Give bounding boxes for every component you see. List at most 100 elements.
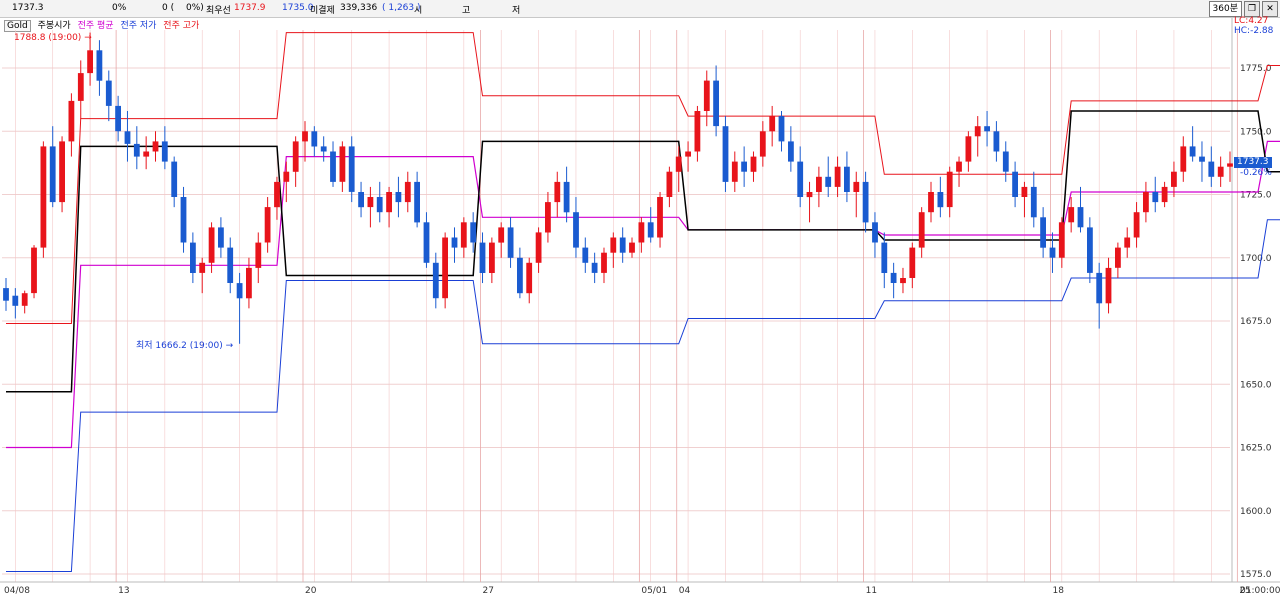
candle-up [1227, 163, 1233, 167]
high-arrow: → [84, 33, 92, 43]
candle-down [1002, 151, 1009, 172]
candle-down [414, 181, 420, 223]
candle-up [386, 192, 392, 213]
candle-up [87, 50, 93, 74]
prev-week-avg-line [6, 140, 1280, 449]
high-annotation: 1788.8 (19:00) → [14, 33, 92, 43]
candle-down [423, 222, 430, 263]
candle-up [1133, 212, 1140, 238]
candle-down [133, 143, 140, 157]
candle-up [731, 161, 738, 182]
candle-down [713, 80, 719, 127]
candle-up [918, 212, 925, 248]
candle-down [432, 262, 439, 299]
x-tick-label: 11 [866, 586, 877, 596]
candle-down [115, 105, 121, 132]
candle-up [685, 151, 691, 157]
candle-down [358, 192, 364, 208]
candle-up [610, 237, 617, 253]
candle-down [1199, 156, 1205, 162]
candle-up [1068, 207, 1075, 223]
candle-down [517, 257, 523, 294]
candle-up [246, 267, 252, 299]
candle-down [582, 247, 589, 263]
candle-down [1096, 272, 1103, 304]
x-tick-label: 01:00:00 [1240, 586, 1280, 596]
candle-down [330, 151, 336, 182]
candle-down [236, 283, 243, 299]
candle-down [881, 242, 888, 273]
y-tick-label: 1750.0 [1240, 127, 1272, 137]
candle-up [21, 293, 28, 306]
y-tick-label: 1675.0 [1240, 317, 1272, 327]
candle-down [722, 126, 729, 182]
candle-down [741, 161, 747, 172]
candle-up [1115, 247, 1121, 268]
candle-up [339, 146, 346, 182]
candle-down [395, 192, 402, 203]
candle-up [816, 176, 822, 192]
low-arrow: → [225, 341, 234, 351]
candle-down [12, 295, 19, 306]
candle-up [1105, 267, 1112, 304]
candle-up [367, 197, 374, 208]
candle-up [152, 141, 159, 152]
current-price-tag: 1737.3 [1234, 157, 1272, 168]
candle-down [1152, 192, 1159, 203]
candle-up [834, 166, 841, 187]
candle-up [274, 181, 280, 208]
candle-down [190, 242, 196, 273]
candle-up [59, 141, 65, 203]
candle-up [1161, 186, 1168, 203]
candle-down [619, 237, 626, 253]
candle-down [573, 212, 579, 248]
candle-up [404, 181, 411, 203]
candle-up [143, 151, 150, 157]
candle-down [844, 166, 850, 192]
candle-down [507, 227, 514, 258]
candle-up [703, 80, 710, 111]
candle-down [451, 237, 458, 248]
candle-up [806, 192, 813, 198]
candle-up [554, 181, 561, 203]
y-tick-label: 1575.0 [1240, 570, 1272, 580]
candle-up [1217, 166, 1224, 177]
price-chart[interactable]: 1575.01600.01625.01650.01675.01700.01725… [0, 0, 1280, 596]
candle-up [1143, 192, 1149, 213]
candle-up [489, 242, 495, 273]
candle-up [545, 202, 551, 233]
candle-down [937, 192, 944, 208]
candle-up [666, 171, 673, 197]
candle-up [535, 232, 542, 263]
candle-down [993, 131, 1000, 152]
candle-down [1012, 171, 1018, 197]
candle-down [161, 141, 168, 162]
candle-up [675, 156, 682, 172]
candle-up [208, 227, 215, 263]
candle-up [77, 73, 84, 101]
candle-up [769, 116, 776, 132]
candle-up [292, 141, 299, 172]
candle-down [96, 50, 103, 81]
prev-week-high-line [6, 32, 1280, 324]
candle-down [647, 222, 654, 238]
candle-down [3, 288, 9, 301]
candle-up [526, 262, 533, 294]
candle-down [376, 197, 383, 213]
candle-up [68, 100, 75, 142]
candle-up [255, 242, 262, 268]
candle-up [638, 222, 645, 243]
x-tick-label: 27 [483, 586, 494, 596]
candle-down [1040, 217, 1046, 248]
candle-down [479, 242, 486, 273]
candle-up [1058, 222, 1065, 258]
candle-up [928, 192, 934, 213]
candle-up [853, 181, 860, 192]
candle-up [750, 156, 757, 172]
candle-down [320, 146, 327, 152]
candle-down [171, 161, 178, 197]
candle-down [348, 146, 355, 192]
candle-down [778, 116, 785, 142]
candle-down [984, 126, 990, 132]
x-tick-label: 04/08 [4, 586, 30, 596]
